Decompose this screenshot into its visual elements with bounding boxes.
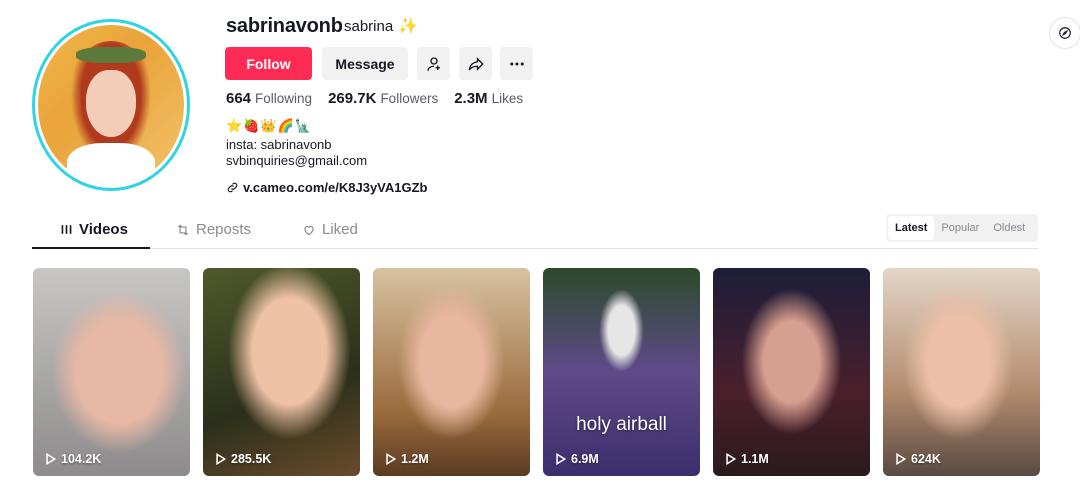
view-count: 1.1M — [741, 452, 769, 466]
video-views: 624K — [895, 452, 941, 466]
avatar-ring[interactable] — [32, 19, 190, 191]
tab-liked[interactable]: Liked — [302, 221, 358, 238]
add-friend-button[interactable] — [417, 47, 450, 80]
more-options-button[interactable] — [500, 47, 533, 80]
liked-heart-icon — [304, 225, 314, 235]
play-icon — [46, 453, 56, 465]
share-button[interactable] — [459, 47, 492, 80]
tab-liked-label: Liked — [322, 221, 358, 238]
compass-icon — [1059, 27, 1071, 39]
sort-selector: Latest Popular Oldest — [886, 214, 1038, 242]
profile-link[interactable]: v.cameo.com/e/K8J3yVA1GZb — [226, 180, 428, 195]
video-grid: 104.2K 285.5K 1.2M holy airball 6.9M 1.1… — [33, 268, 1040, 476]
view-count: 624K — [911, 452, 941, 466]
view-count: 285.5K — [231, 452, 272, 466]
profile-stats: 664 Following 269.7K Followers 2.3M Likes — [226, 90, 523, 107]
likes-label: Likes — [491, 91, 524, 106]
video-views: 104.2K — [45, 452, 101, 466]
video-caption: holy airball — [576, 414, 667, 435]
message-button[interactable]: Message — [322, 47, 408, 80]
repost-icon — [177, 224, 189, 235]
followers-stat[interactable]: 269.7K Followers — [328, 90, 438, 107]
video-views: 1.1M — [725, 452, 769, 466]
play-icon — [726, 453, 736, 465]
following-label: Following — [255, 91, 313, 106]
link-icon — [227, 182, 238, 193]
sort-oldest[interactable]: Oldest — [986, 216, 1032, 240]
add-user-icon — [426, 56, 440, 71]
tab-videos[interactable]: Videos — [60, 221, 128, 238]
video-card[interactable]: 1.2M — [373, 268, 530, 476]
following-count: 664 — [226, 90, 252, 107]
active-tab-indicator — [32, 247, 150, 249]
followers-label: Followers — [380, 91, 439, 106]
video-views: 1.2M — [385, 452, 429, 466]
play-icon — [386, 453, 396, 465]
bio-emojis: ⭐🍓👑🌈🗽 — [226, 118, 312, 133]
avatar-face — [86, 69, 136, 137]
nickname-sparkle-icon: ✨ — [398, 18, 418, 35]
bio-line-email: svbinquiries@gmail.com — [226, 153, 368, 168]
avatar-headband — [75, 47, 147, 64]
video-card[interactable]: 1.1M — [713, 268, 870, 476]
bio-line-instagram: insta: sabrinavonb — [226, 137, 332, 152]
grid-icon — [61, 225, 72, 234]
play-icon — [896, 453, 906, 465]
likes-stat: 2.3M Likes — [454, 90, 523, 107]
corner-action-button[interactable] — [1049, 17, 1080, 49]
play-icon — [556, 453, 566, 465]
followers-count: 269.7K — [328, 90, 377, 107]
more-horizontal-icon — [509, 62, 524, 65]
tab-videos-label: Videos — [79, 221, 128, 238]
profile-link-text: v.cameo.com/e/K8J3yVA1GZb — [243, 180, 428, 195]
follow-button[interactable]: Follow — [225, 47, 312, 80]
view-count: 1.2M — [401, 452, 429, 466]
tab-reposts-label: Reposts — [196, 221, 252, 238]
video-views: 6.9M — [555, 452, 599, 466]
view-count: 104.2K — [61, 452, 102, 466]
video-views: 285.5K — [215, 452, 271, 466]
following-stat[interactable]: 664 Following — [226, 90, 312, 107]
likes-count: 2.3M — [454, 90, 488, 107]
share-icon — [468, 56, 484, 71]
video-card[interactable]: 285.5K — [203, 268, 360, 476]
avatar — [38, 25, 184, 185]
view-count: 6.9M — [571, 452, 599, 466]
tab-reposts[interactable]: Reposts — [176, 221, 251, 238]
sort-popular[interactable]: Popular — [934, 216, 986, 240]
play-icon — [216, 453, 226, 465]
sort-latest[interactable]: Latest — [888, 216, 935, 240]
video-card[interactable]: holy airball 6.9M — [543, 268, 700, 476]
video-card[interactable]: 104.2K — [33, 268, 190, 476]
avatar-shirt — [67, 143, 155, 185]
video-card[interactable]: 624K — [883, 268, 1040, 476]
profile-nickname: sabrina — [344, 18, 394, 35]
profile-username: sabrinavonb — [226, 15, 343, 37]
